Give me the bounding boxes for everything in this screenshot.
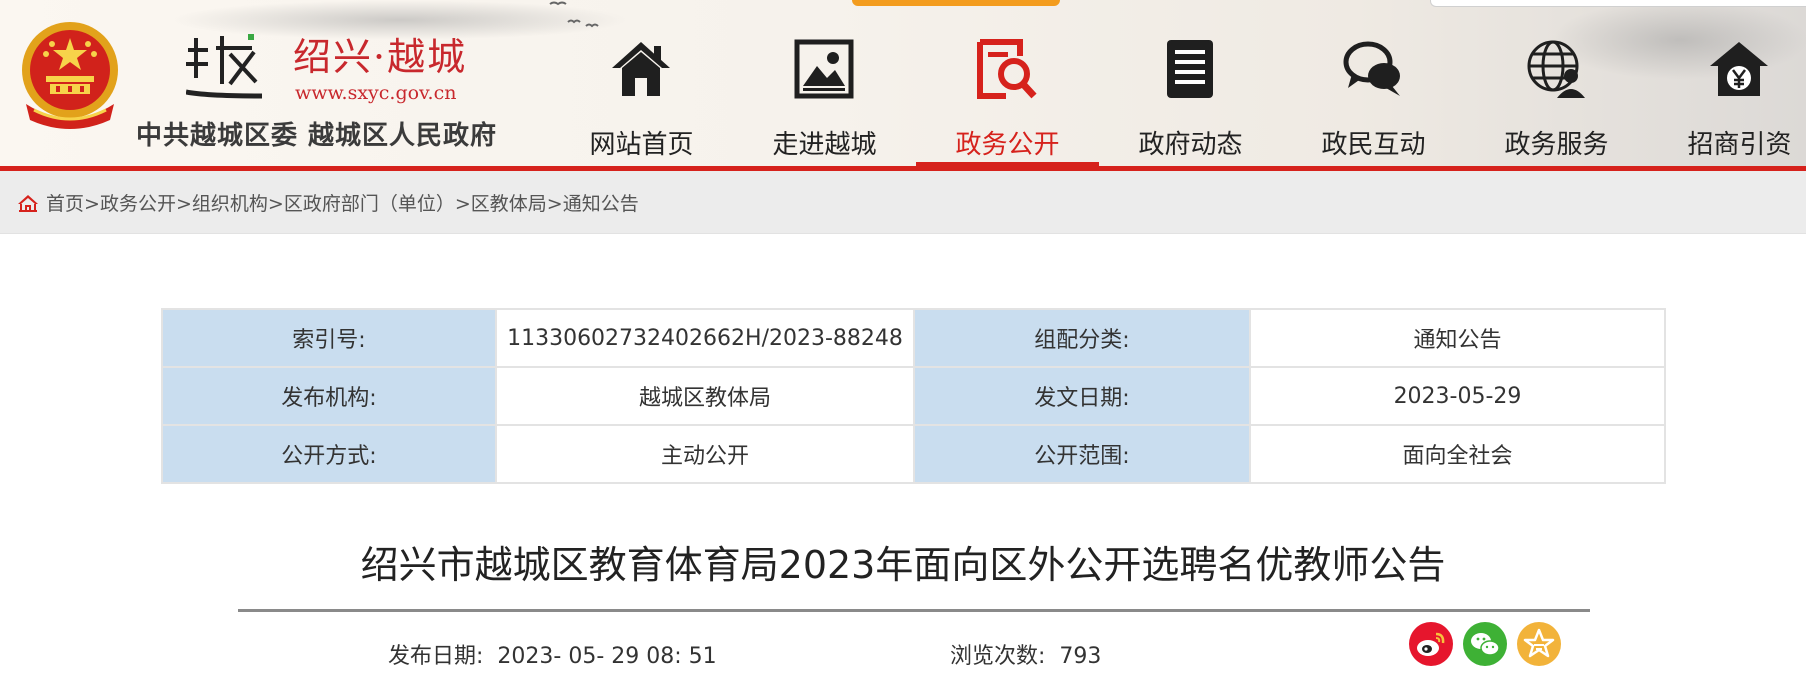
breadcrumb-separator: > — [454, 193, 471, 215]
share-wechat-button[interactable] — [1463, 622, 1507, 666]
info-key: 组配分类: — [913, 308, 1251, 368]
title-divider — [238, 609, 1590, 612]
view-count: 浏览次数: 793 — [950, 638, 1101, 670]
nav-label: 政府动态 — [1138, 130, 1243, 160]
info-value: 2023-05-29 — [1249, 366, 1666, 426]
info-key: 索引号: — [161, 308, 497, 368]
table-row: 发布机构: 越城区教体局 发文日期: 2023-05-29 — [161, 366, 1666, 426]
nav-label: 走进越城 — [772, 130, 877, 160]
home-icon — [612, 42, 670, 96]
breadcrumb-link-education-bureau[interactable]: 区教体局 — [471, 193, 547, 215]
breadcrumb-trail: 首页>政务公开>组织机构>区政府部门（单位）>区教体局>通知公告 — [46, 189, 639, 216]
nav-label: 政务服务 — [1504, 130, 1609, 160]
info-value: 11330602732402662H/2023-88248 — [495, 308, 915, 368]
info-value: 通知公告 — [1249, 308, 1666, 368]
share-favorite-button[interactable] — [1517, 622, 1561, 666]
breadcrumb-home-icon[interactable] — [17, 194, 39, 212]
nav-item-home[interactable]: 网站首页 — [550, 30, 733, 164]
breadcrumb-separator: > — [175, 193, 192, 215]
chat-bubbles-icon — [1343, 41, 1400, 96]
weibo-icon — [1409, 622, 1453, 666]
table-row: 索引号: 11330602732402662H/2023-88248 组配分类:… — [161, 308, 1666, 368]
breadcrumb-link-organization[interactable]: 组织机构 — [192, 193, 268, 215]
article-title: 绍兴市越城区教育体育局2023年面向区外公开选聘名优教师公告 — [360, 543, 1446, 587]
favorite-star-icon — [1517, 622, 1561, 666]
info-key: 发布机构: — [161, 366, 497, 426]
house-yen-icon — [1710, 42, 1768, 96]
publish-date-label: 发布日期: — [388, 644, 484, 669]
nav-label: 招商引资 — [1687, 130, 1792, 160]
nav-item-interaction[interactable]: 政民互动 — [1282, 30, 1465, 164]
nav-item-services[interactable]: 政务服务 — [1465, 30, 1648, 164]
info-value: 主动公开 — [495, 424, 915, 484]
document-list-icon — [1167, 40, 1213, 98]
wechat-icon — [1463, 622, 1507, 666]
nav-label: 网站首页 — [589, 130, 694, 160]
globe-user-icon — [1527, 40, 1585, 98]
breadcrumb-link-gov-affairs[interactable]: 政务公开 — [100, 193, 176, 215]
view-count-value: 793 — [1059, 644, 1102, 669]
breadcrumb: 首页>政务公开>组织机构>区政府部门（单位）>区教体局>通知公告 — [0, 171, 1806, 234]
breadcrumb-separator: > — [546, 193, 563, 215]
view-count-label: 浏览次数: — [950, 644, 1046, 669]
picture-icon — [794, 39, 854, 99]
share-weibo-button[interactable] — [1409, 622, 1453, 666]
breadcrumb-link-home[interactable]: 首页 — [46, 193, 84, 215]
breadcrumb-separator: > — [84, 193, 100, 215]
main-navigation: 网站首页 走进越城 政务公开 政府动态 政民互动 政务服务 招商引资 — [0, 0, 1806, 170]
nav-label: 政务公开 — [955, 130, 1060, 160]
info-key: 公开范围: — [913, 424, 1251, 484]
document-info-table: 索引号: 11330602732402662H/2023-88248 组配分类:… — [161, 308, 1666, 484]
publish-date: 发布日期: 2023- 05- 29 08: 51 — [388, 638, 717, 670]
info-key: 发文日期: — [913, 366, 1251, 426]
nav-item-about[interactable]: 走进越城 — [733, 30, 916, 164]
publish-date-value: 2023- 05- 29 08: 51 — [497, 644, 717, 669]
magnify-document-icon — [977, 39, 1037, 99]
nav-item-gov-news[interactable]: 政府动态 — [1099, 30, 1282, 164]
nav-label: 政民互动 — [1321, 130, 1426, 160]
info-value: 越城区教体局 — [495, 366, 915, 426]
table-row: 公开方式: 主动公开 公开范围: 面向全社会 — [161, 424, 1666, 484]
nav-item-investment[interactable]: 招商引资 — [1648, 30, 1806, 164]
info-key: 公开方式: — [161, 424, 497, 484]
breadcrumb-separator: > — [267, 193, 284, 215]
info-value: 面向全社会 — [1249, 424, 1666, 484]
nav-item-gov-affairs[interactable]: 政务公开 — [916, 30, 1099, 168]
breadcrumb-link-departments[interactable]: 区政府部门（单位） — [284, 193, 455, 215]
breadcrumb-link-notices[interactable]: 通知公告 — [563, 193, 639, 215]
